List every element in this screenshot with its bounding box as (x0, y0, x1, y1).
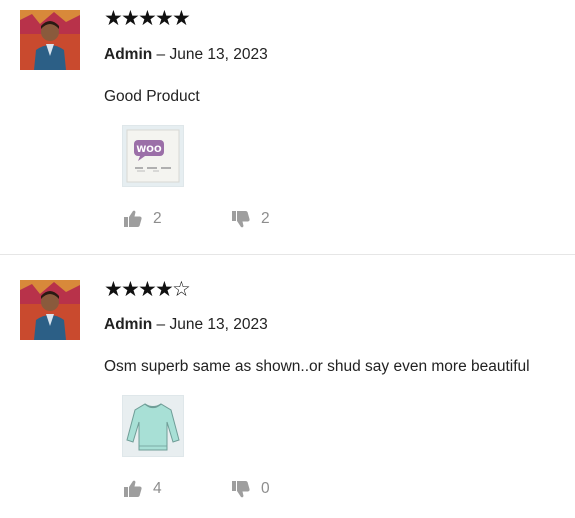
star-icon: ★ (155, 277, 174, 301)
review-attachment-thumbnail[interactable] (122, 395, 184, 457)
helpful-count: 2 (153, 210, 162, 227)
review-author: Admin (104, 46, 153, 63)
star-icon: ★ (104, 277, 123, 301)
review-date: June 13, 2023 (169, 46, 268, 63)
helpful-vote-button[interactable]: 4 (123, 478, 162, 500)
star-icon: ★ (104, 6, 123, 30)
review-text: Good Product (104, 88, 200, 105)
unhelpful-vote-button[interactable]: 0 (231, 478, 270, 500)
unhelpful-count: 0 (261, 480, 270, 497)
review-item: ★★★★☆ Admin – June 13, 2023 Osm superb s… (0, 263, 575, 518)
review-item: ★★★★★ Admin – June 13, 2023 Good Product… (0, 0, 575, 255)
svg-text:WOO: WOO (136, 145, 162, 155)
star-icon: ★ (155, 6, 174, 30)
date-separator: – (152, 316, 170, 333)
helpful-vote-button[interactable]: 2 (123, 208, 162, 230)
review-attachment-thumbnail[interactable]: WOO (122, 125, 184, 187)
review-text: Osm superb same as shown..or shud say ev… (104, 358, 530, 375)
thumbs-up-icon (124, 210, 142, 227)
star-icon: ★ (121, 277, 140, 301)
review-meta: Admin – June 13, 2023 (104, 45, 268, 65)
star-rating: ★★★★★ (104, 6, 191, 30)
avatar (20, 280, 80, 340)
review-date: June 13, 2023 (169, 316, 268, 333)
sweater-icon (123, 396, 183, 456)
thumbs-up-icon (124, 480, 142, 497)
star-icon: ★ (138, 6, 157, 30)
star-icon: ★ (121, 6, 140, 30)
unhelpful-vote-button[interactable]: 2 (231, 208, 270, 230)
review-author: Admin (104, 316, 153, 333)
avatar (20, 10, 80, 70)
thumbs-down-icon (232, 481, 250, 498)
woocommerce-box-icon: WOO (126, 129, 180, 183)
unhelpful-count: 2 (261, 210, 270, 227)
review-meta: Admin – June 13, 2023 (104, 315, 268, 335)
helpful-count: 4 (153, 480, 162, 497)
star-rating: ★★★★☆ (104, 277, 191, 301)
date-separator: – (152, 46, 170, 63)
star-icon: ★ (138, 277, 157, 301)
thumbs-down-icon (232, 211, 250, 228)
star-icon: ★ (172, 6, 191, 30)
star-empty-icon: ☆ (172, 277, 191, 301)
